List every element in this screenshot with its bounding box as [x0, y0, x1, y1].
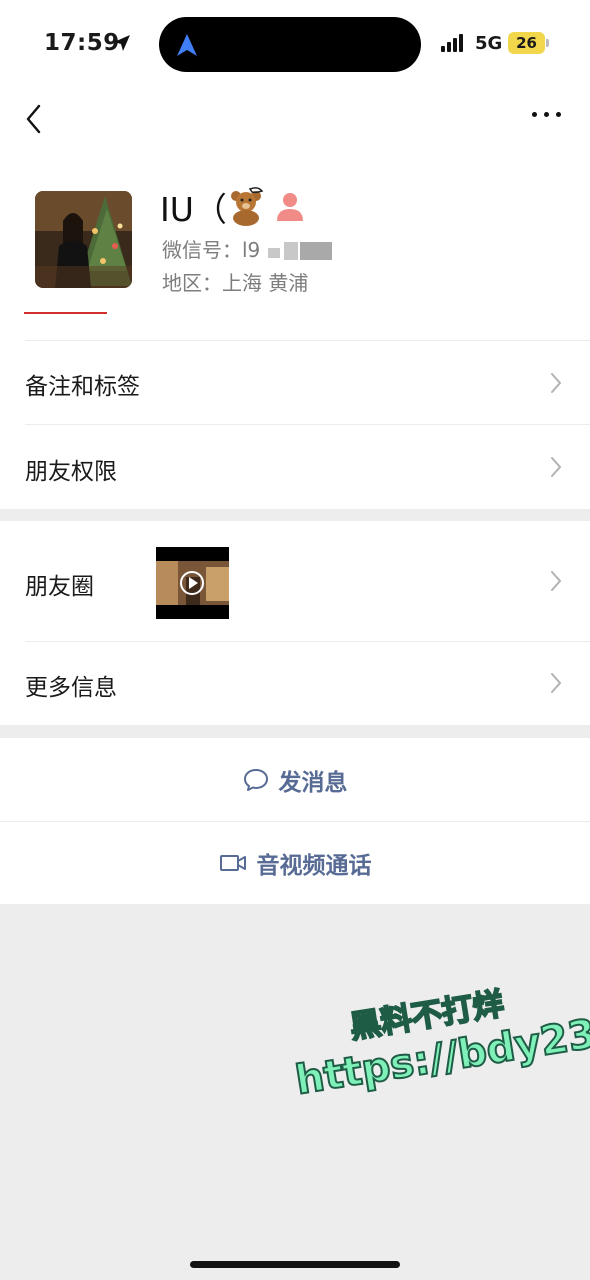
- chevron-right-icon: [551, 457, 562, 477]
- region: 地区：上海 黄浦: [162, 271, 309, 295]
- navigation-arrow-icon: [177, 34, 197, 56]
- divider: [25, 340, 590, 341]
- status-time: 17:59: [44, 30, 120, 56]
- redaction-block: [268, 248, 280, 258]
- chevron-right-icon: [551, 673, 562, 693]
- wechat-id: 微信号：l9: [162, 238, 261, 262]
- red-underline: [24, 312, 107, 314]
- nav-bar: [0, 90, 590, 150]
- chevron-right-icon: [551, 373, 562, 393]
- watermark: 黑料不打烊 https://bdy23.co: [285, 954, 590, 1105]
- video-call-button[interactable]: 音视频通话: [0, 821, 590, 904]
- moments-row[interactable]: 朋友圈: [0, 521, 590, 641]
- dynamic-island: [159, 17, 421, 72]
- friend-permissions-label: 朋友权限: [25, 459, 117, 485]
- chevron-left-icon[interactable]: [22, 98, 46, 138]
- more-info-label: 更多信息: [25, 675, 117, 701]
- more-horizontal-icon[interactable]: [530, 102, 564, 126]
- battery-level: 26: [508, 32, 545, 54]
- video-call-label: 音视频通话: [256, 852, 372, 879]
- redaction-block: [284, 242, 298, 260]
- moments-label: 朋友圈: [25, 574, 94, 600]
- location-arrow-icon: [114, 35, 130, 51]
- battery-tip: [546, 39, 549, 47]
- status-bar: 17:59 5G 26: [0, 0, 590, 90]
- friend-permissions-row[interactable]: 朋友权限: [0, 424, 590, 509]
- home-indicator[interactable]: [190, 1261, 400, 1268]
- send-message-label: 发消息: [278, 769, 348, 796]
- profile-header: IU（ 微信号：l9 地区：上海 黄浦: [0, 150, 590, 340]
- remarks-tags-row[interactable]: 备注和标签: [0, 340, 590, 424]
- network-type: 5G: [475, 33, 503, 54]
- video-camera-icon: [219, 854, 246, 871]
- redaction-block: [300, 242, 332, 260]
- divider: [25, 641, 590, 642]
- moments-video-thumbnail[interactable]: [156, 547, 229, 619]
- contact-name: IU（: [160, 190, 227, 229]
- divider: [25, 424, 590, 425]
- user-icon: [277, 193, 303, 221]
- chat-bubble-icon: [243, 768, 268, 791]
- chevron-right-icon: [551, 571, 562, 591]
- remarks-tags-label: 备注和标签: [25, 374, 140, 400]
- more-info-row[interactable]: 更多信息: [0, 641, 590, 725]
- teddy-bear-icon: [231, 187, 264, 226]
- avatar[interactable]: [35, 191, 132, 288]
- cellular-signal-icon: [441, 34, 469, 52]
- send-message-button[interactable]: 发消息: [0, 738, 590, 821]
